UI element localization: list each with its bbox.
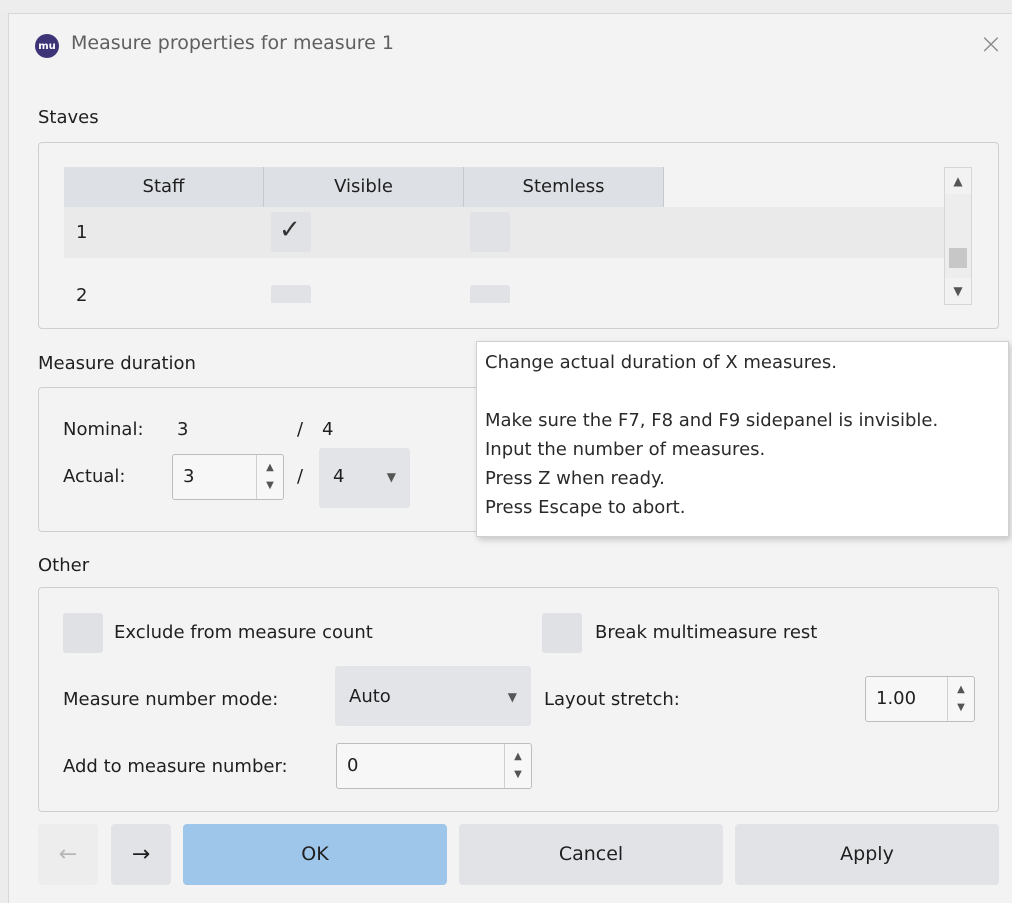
window-title: Measure properties for measure 1 — [71, 32, 394, 54]
table-row[interactable]: 2 — [64, 258, 955, 303]
actual-denominator-dropdown[interactable]: 4 ▼ — [319, 448, 410, 508]
visible-checkbox[interactable] — [271, 212, 311, 252]
break-multimeasure-rest-label[interactable]: Break multimeasure rest — [595, 622, 817, 643]
close-icon[interactable]: × — [973, 24, 1009, 64]
tooltip-line: Press Escape to abort. — [485, 497, 686, 518]
actual-numerator-spinbox[interactable]: 3 ▲ ▼ — [172, 454, 284, 500]
exclude-from-count-label[interactable]: Exclude from measure count — [114, 622, 373, 643]
spin-up-icon[interactable]: ▲ — [257, 455, 283, 477]
actual-numerator-value: 3 — [183, 466, 195, 487]
staves-table: Staff Visible Stemless 1 2 — [64, 167, 955, 303]
tooltip-line: Make sure the F7, F8 and F9 sidepanel is… — [485, 410, 939, 431]
previous-measure-button[interactable]: ← — [38, 824, 98, 885]
staves-section-label: Staves — [38, 107, 99, 128]
visible-checkbox[interactable] — [271, 285, 311, 303]
measure-number-mode-value: Auto — [349, 686, 391, 707]
scroll-up-icon[interactable]: ▲ — [945, 168, 971, 194]
layout-stretch-label: Layout stretch: — [544, 689, 680, 710]
ok-button[interactable]: OK — [183, 824, 447, 885]
spin-down-icon[interactable]: ▼ — [948, 699, 974, 721]
tooltip: Change actual duration of X measures. Ma… — [476, 341, 1009, 537]
spin-down-icon[interactable]: ▼ — [257, 477, 283, 499]
nominal-label: Nominal: — [63, 419, 144, 440]
nominal-numerator: 3 — [177, 419, 189, 440]
nominal-denominator: 4 — [322, 419, 334, 440]
add-to-measure-number-label: Add to measure number: — [63, 756, 288, 777]
scroll-down-icon[interactable]: ▼ — [945, 278, 971, 304]
measure-number-mode-label: Measure number mode: — [63, 689, 279, 710]
staves-scrollbar[interactable]: ▲ ▼ — [944, 167, 972, 305]
actual-label: Actual: — [63, 466, 126, 487]
actual-denominator-value: 4 — [333, 466, 345, 487]
spin-up-icon[interactable]: ▲ — [505, 744, 531, 766]
exclude-from-count-checkbox[interactable] — [63, 613, 103, 653]
spinbox-arrows[interactable]: ▲ ▼ — [504, 744, 531, 788]
cancel-button[interactable]: Cancel — [459, 824, 723, 885]
next-measure-button[interactable]: → — [111, 824, 171, 885]
stemless-checkbox[interactable] — [470, 285, 510, 303]
measure-duration-section-label: Measure duration — [38, 353, 196, 374]
scrollbar-thumb[interactable] — [949, 248, 967, 268]
column-header-stemless[interactable]: Stemless — [464, 167, 664, 208]
spin-down-icon[interactable]: ▼ — [505, 766, 531, 788]
spinbox-arrows[interactable]: ▲ ▼ — [947, 677, 974, 721]
layout-stretch-spinbox[interactable]: 1.00 ▲ ▼ — [865, 676, 975, 722]
chevron-down-icon: ▼ — [507, 690, 517, 704]
musescore-app-icon: mu — [35, 34, 59, 58]
tooltip-line: Input the number of measures. — [485, 439, 766, 460]
chevron-down-icon: ▼ — [386, 470, 396, 484]
other-section-label: Other — [38, 555, 90, 576]
break-multimeasure-rest-checkbox[interactable] — [542, 613, 582, 653]
measure-number-mode-dropdown[interactable]: Auto ▼ — [335, 666, 531, 726]
column-header-visible[interactable]: Visible — [264, 167, 464, 208]
title-bar: mu Measure properties for measure 1 × — [9, 14, 1012, 76]
apply-button[interactable]: Apply — [735, 824, 999, 885]
stemless-checkbox[interactable] — [470, 212, 510, 252]
layout-stretch-value: 1.00 — [876, 688, 917, 709]
actual-slash: / — [297, 466, 304, 487]
tooltip-line: Change actual duration of X measures. — [485, 352, 837, 373]
add-to-measure-number-value: 0 — [347, 755, 359, 776]
staff-number: 1 — [76, 222, 88, 243]
spinbox-arrows[interactable]: ▲ ▼ — [256, 455, 283, 499]
table-row[interactable]: 1 — [64, 207, 955, 258]
add-to-measure-number-spinbox[interactable]: 0 ▲ ▼ — [336, 743, 532, 789]
staff-number: 2 — [76, 285, 88, 303]
nominal-slash: / — [297, 419, 304, 440]
screen-top-band — [0, 0, 1012, 13]
tooltip-line: Press Z when ready. — [485, 468, 665, 489]
spin-up-icon[interactable]: ▲ — [948, 677, 974, 699]
column-header-staff[interactable]: Staff — [64, 167, 264, 208]
